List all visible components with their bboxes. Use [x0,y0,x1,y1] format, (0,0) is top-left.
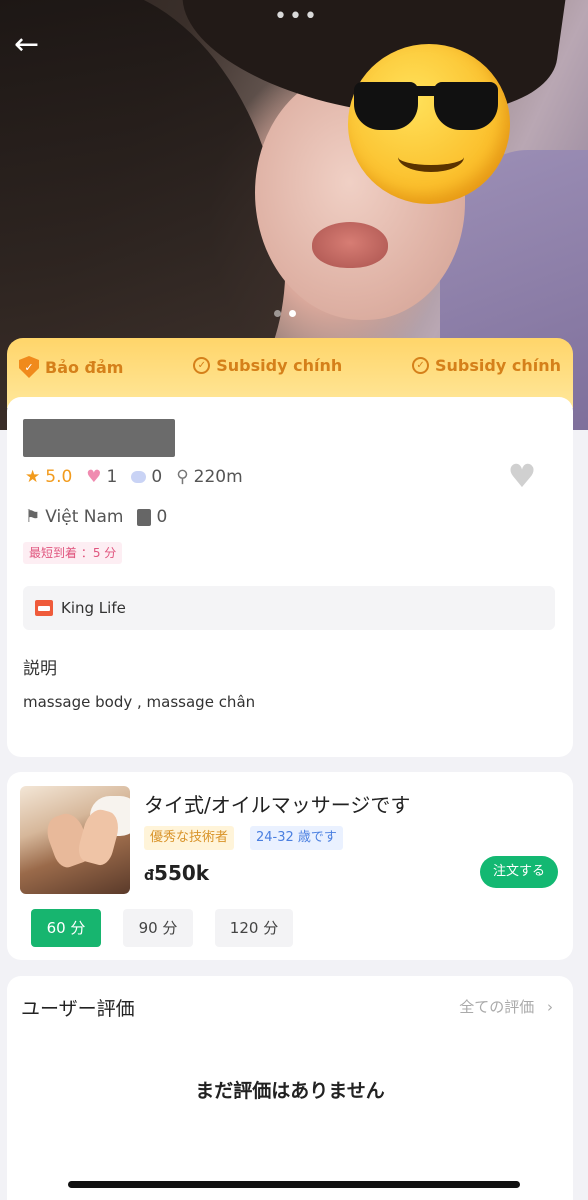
emoji-smile [398,142,464,172]
shop-name: King Life [61,599,126,617]
photo-pager [274,310,296,317]
heart-icon: ♥ [86,467,102,487]
pager-dot[interactable] [274,310,281,317]
reviews-card: ユーザー評価 全ての評価 › まだ評価はありません [7,976,573,1200]
shop-icon [35,600,53,616]
comments-value: 0 [151,467,163,487]
no-reviews-text: まだ評価はありません [195,1080,385,1102]
profile-stats: ★ 5.0 ♥ 1 0 ⚲ 220m [25,467,243,487]
comment-bubble-icon [131,471,147,483]
likes-stat: ♥ 1 [86,467,117,487]
favorite-heart-icon[interactable]: ♥ [505,459,539,493]
price-value: 550k [154,861,210,885]
shop-link[interactable]: King Life [23,586,555,630]
arrival-time-tag: 最短到着 ：5 分 [23,542,123,564]
shield-icon: ✓ [19,356,39,378]
currency-prefix: đ [144,868,155,884]
profile-card: ★ 5.0 ♥ 1 0 ⚲ 220m ♥ ⚑ Việt Nam 0 最短到着 ：… [7,397,573,757]
flag-icon: ⚑ [25,507,41,527]
duration-option[interactable]: 120 分 [215,909,293,947]
guarantee-item: ✓ Bảo đảm [19,356,123,378]
country-value: Việt Nam [45,507,124,527]
all-reviews-link[interactable]: 全ての評価 › [459,996,553,1017]
reviews-title: ユーザー評価 [21,998,135,1020]
subsidy-item: ✓ Subsidy chính [193,356,342,375]
likes-value: 1 [106,467,118,487]
rating-stat: ★ 5.0 [25,467,72,487]
all-reviews-label: 全ての評価 [459,998,535,1016]
subsidy-label: Subsidy chính [435,356,561,375]
star-icon: ★ [25,467,41,487]
redacted-name [23,419,175,457]
check-circle-icon: ✓ [412,357,430,374]
service-card: タイ式/オイルマッサージです 優秀な技術者 24-32 歳です đ550k 注文… [7,772,573,960]
image-foot [75,806,123,868]
age-tag: 24-32 歳です [250,826,343,850]
distance-value: 220m [193,467,243,487]
service-title: タイ式/オイルマッサージです [144,793,411,817]
location-pin-icon: ⚲ [176,467,189,487]
comments-stat: 0 [131,467,162,487]
description-title: 説明 [23,659,57,679]
back-arrow-icon[interactable]: ← [14,30,48,60]
subsidy-label: Subsidy chính [216,356,343,375]
pager-dot-active[interactable] [289,310,296,317]
quality-tag: 優秀な技術者 [144,826,235,850]
rating-value: 5.0 [45,467,73,487]
profile-meta: ⚑ Việt Nam 0 [25,507,167,527]
more-dots-icon[interactable]: ••• [274,6,317,28]
guarantee-label: Bảo đảm [45,357,124,377]
check-circle-icon: ✓ [193,357,211,374]
emoji-right-lens [434,82,498,130]
service-image[interactable] [20,786,130,894]
duration-option-selected[interactable]: 60 分 [31,909,101,947]
distance-stat: ⚲ 220m [176,467,242,487]
photo-lips [312,222,388,268]
service-price: đ550k [144,861,209,885]
emoji-left-lens [354,82,418,130]
subsidy-item: ✓ Subsidy chính [412,356,561,375]
order-button[interactable]: 注文する [480,856,558,888]
orders-value: 0 [156,507,168,527]
sunglasses-emoji-icon [348,44,510,204]
description-text: massage body , massage chân [23,693,256,711]
orders-stat: 0 [137,507,167,527]
chevron-right-icon: › [547,998,553,1016]
document-icon [137,508,152,526]
home-indicator [68,1181,520,1188]
country-stat: ⚑ Việt Nam [25,507,123,527]
duration-option[interactable]: 90 分 [123,909,193,947]
